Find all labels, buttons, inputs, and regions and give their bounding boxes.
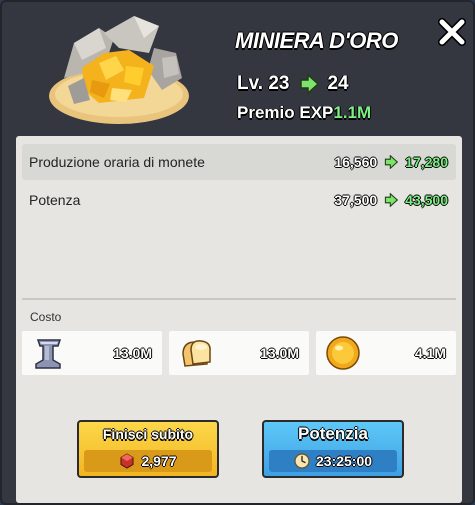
gold-mine-icon <box>49 16 189 124</box>
cost-item-iron: 13.0M <box>22 331 162 375</box>
exp-label: Premio EXP <box>237 103 334 122</box>
stat-new-value: 17,280 <box>405 154 448 170</box>
upgrade-label: Potenzia <box>298 424 368 443</box>
stat-row: Potenza 37,500 43,500 <box>22 182 456 218</box>
cost-item-coin: 4.1M <box>316 331 456 375</box>
finish-now-button[interactable]: Finisci subito 2,977 <box>77 420 219 478</box>
level-row: Lv. 23 24 <box>237 73 349 95</box>
finish-now-gem-amount: 2,977 <box>141 453 177 469</box>
gold-coin-icon <box>326 336 360 370</box>
stat-old-value: 37,500 <box>334 192 378 208</box>
cost-label: Costo <box>30 310 62 324</box>
arrow-right-icon <box>300 74 320 94</box>
finish-now-label: Finisci subito <box>102 426 194 442</box>
level-next: 24 <box>327 73 349 94</box>
cost-amount: 4.1M <box>414 345 446 361</box>
level-prefix: Lv. <box>237 73 264 94</box>
stat-values: 16,560 17,280 <box>334 154 448 170</box>
level-current: 23 <box>268 73 290 94</box>
iron-anvil-icon <box>35 339 62 369</box>
stat-label: Produzione oraria di monete <box>29 154 205 170</box>
upgrade-dialog: MINIERA D'ORO Lv. 23 24 Premio EXP1.1M P… <box>0 0 475 505</box>
close-icon[interactable] <box>436 16 468 48</box>
cost-item-food: 13.0M <box>169 331 309 375</box>
clock-icon <box>294 453 310 469</box>
gem-icon <box>120 453 134 469</box>
upgrade-button[interactable]: Potenzia 23:25:00 <box>262 420 404 478</box>
divider <box>22 298 456 300</box>
cost-amount: 13.0M <box>260 345 299 361</box>
stat-label: Potenza <box>29 192 81 208</box>
upgrade-duration: 23:25:00 <box>315 453 373 469</box>
exp-reward: Premio EXP1.1M <box>237 103 371 123</box>
stat-row: Produzione oraria di monete 16,560 17,28… <box>22 144 456 180</box>
cost-amount: 13.0M <box>113 345 152 361</box>
dialog-header: MINIERA D'ORO Lv. 23 24 Premio EXP1.1M <box>2 2 473 136</box>
finish-now-cost: 2,977 <box>84 450 212 472</box>
arrow-right-icon <box>385 155 399 169</box>
stat-old-value: 16,560 <box>334 154 378 170</box>
arrow-right-icon <box>385 193 399 207</box>
exp-value: 1.1M <box>333 103 372 122</box>
building-title: MINIERA D'ORO <box>235 28 398 53</box>
stat-values: 37,500 43,500 <box>334 192 448 208</box>
stat-new-value: 43,500 <box>405 192 448 208</box>
dialog-body: Produzione oraria di monete 16,560 17,28… <box>16 136 462 503</box>
bread-icon <box>182 340 211 367</box>
upgrade-time: 23:25:00 <box>269 450 397 472</box>
